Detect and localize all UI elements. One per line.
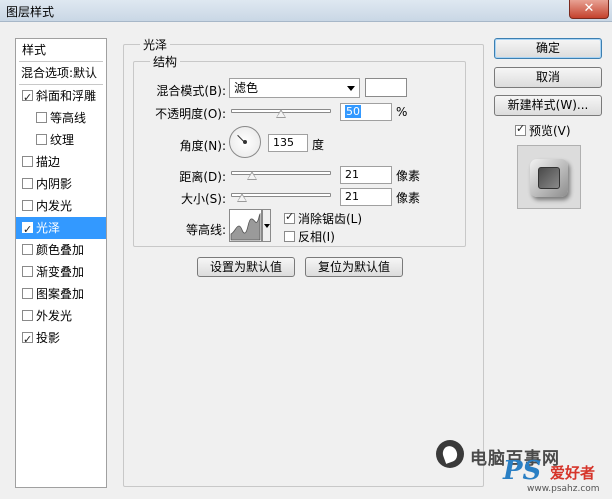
style-item[interactable]: 纹理 [16,129,106,151]
style-item-label: 光泽 [36,221,61,235]
style-item-label: 图案叠加 [36,287,85,301]
style-item-checkbox[interactable] [22,288,33,299]
style-item-label: 颜色叠加 [36,243,85,257]
style-item-checkbox[interactable] [36,112,47,123]
preview-check-icon [515,122,526,136]
blend-mode-value: 滤色 [234,81,259,95]
contour-curve-icon [230,213,261,241]
style-item[interactable]: 图案叠加 [16,283,106,305]
anti-alias-checkbox[interactable]: 消除锯齿(L) [284,210,362,227]
style-item-label: 外发光 [36,309,73,323]
styles-header[interactable]: 样式 [16,39,106,61]
size-unit: 像素 [396,191,421,205]
style-item[interactable]: 颜色叠加 [16,239,106,261]
opacity-slider-thumb[interactable] [276,109,286,118]
style-item-label: 纹理 [50,133,75,147]
angle-unit: 度 [312,138,325,152]
reset-default-button[interactable]: 复位为默认值 [305,257,403,277]
invert-check-icon [284,231,295,242]
panel-title: 光泽 [140,36,171,53]
style-item-checkbox[interactable] [22,219,33,239]
style-item-label: 等高线 [50,111,87,125]
style-item[interactable]: 斜面和浮雕 [16,85,106,107]
blend-mode-select[interactable]: 滤色 [229,78,360,98]
style-item-checkbox[interactable] [22,244,33,255]
watermark-brand-cn: 爱好者 [550,464,596,482]
set-default-button[interactable]: 设置为默认值 [197,257,295,277]
style-item-checkbox[interactable] [22,310,33,321]
distance-slider-track[interactable] [231,171,331,175]
size-label: 大小(S): [180,192,226,206]
style-item[interactable]: 内阴影 [16,173,106,195]
size-slider-thumb[interactable] [237,193,247,202]
contour-chevron-down-icon [264,224,270,228]
style-item[interactable]: 外发光 [16,305,106,327]
styles-list: 样式 混合选项:默认 斜面和浮雕等高线纹理描边内阴影内发光光泽颜色叠加渐变叠加图… [15,38,107,488]
style-item[interactable]: 内发光 [16,195,106,217]
invert-checkbox[interactable]: 反相(I) [284,228,335,245]
preview-inner-shape [538,167,560,189]
style-item-label: 投影 [36,331,61,345]
distance-label: 距离(D): [179,170,226,184]
style-item-checkbox[interactable] [22,178,33,189]
contour-picker[interactable] [229,209,262,242]
style-item-checkbox[interactable] [22,200,33,211]
angle-label: 角度(N): [179,139,226,153]
blend-color-swatch[interactable] [365,78,407,97]
style-item-label: 渐变叠加 [36,265,85,279]
watermark-logo-icon [436,440,464,468]
contour-label: 等高线: [185,223,226,237]
size-input[interactable]: 21 [340,188,392,206]
contour-dropdown[interactable] [262,209,271,242]
angle-input[interactable]: 135 [268,134,308,152]
distance-input[interactable]: 21 [340,166,392,184]
structure-title: 结构 [150,53,181,70]
invert-label: 反相(I) [298,230,335,244]
dial-hand [237,134,245,143]
cancel-button[interactable]: 取消 [494,67,602,88]
blend-options-item[interactable]: 混合选项:默认 [16,62,106,84]
close-icon: ✕ [583,1,595,16]
blend-mode-label: 混合模式(B): [156,84,226,98]
preview-checkbox[interactable]: 预览(V) [515,122,571,139]
ok-button[interactable]: 确定 [494,38,602,59]
preview-label: 预览(V) [529,124,571,138]
opacity-input[interactable]: 50 [340,103,392,121]
style-item-checkbox[interactable] [36,134,47,145]
style-item-checkbox[interactable] [22,266,33,277]
angle-dial[interactable] [229,126,261,158]
style-item-label: 内发光 [36,199,73,213]
title-bar: 图层样式 ✕ [0,0,612,22]
anti-alias-check-icon [284,210,295,224]
style-item[interactable]: 等高线 [16,107,106,129]
style-item-label: 描边 [36,155,61,169]
watermark-brand-ps: PS [503,456,542,486]
style-item[interactable]: 投影 [16,327,106,349]
distance-slider-thumb[interactable] [247,171,257,180]
chevron-down-icon [347,86,355,91]
opacity-unit: % [396,105,408,119]
close-button[interactable]: ✕ [569,0,609,19]
anti-alias-label: 消除锯齿(L) [298,212,363,226]
style-item-label: 斜面和浮雕 [36,89,97,103]
style-preview [517,145,581,209]
window-title: 图层样式 [6,5,55,19]
new-style-button[interactable]: 新建样式(W)... [494,95,602,116]
watermark-url: www.psahz.com [527,484,600,494]
opacity-value: 50 [345,105,361,118]
style-item-checkbox[interactable] [22,87,33,107]
preview-outer-shape [530,159,568,197]
opacity-label: 不透明度(O): [155,107,226,121]
style-item-checkbox[interactable] [22,329,33,349]
style-item[interactable]: 渐变叠加 [16,261,106,283]
distance-unit: 像素 [396,169,421,183]
style-item-checkbox[interactable] [22,156,33,167]
style-item[interactable]: 光泽 [16,217,106,239]
style-item-label: 内阴影 [36,177,73,191]
style-item[interactable]: 描边 [16,151,106,173]
